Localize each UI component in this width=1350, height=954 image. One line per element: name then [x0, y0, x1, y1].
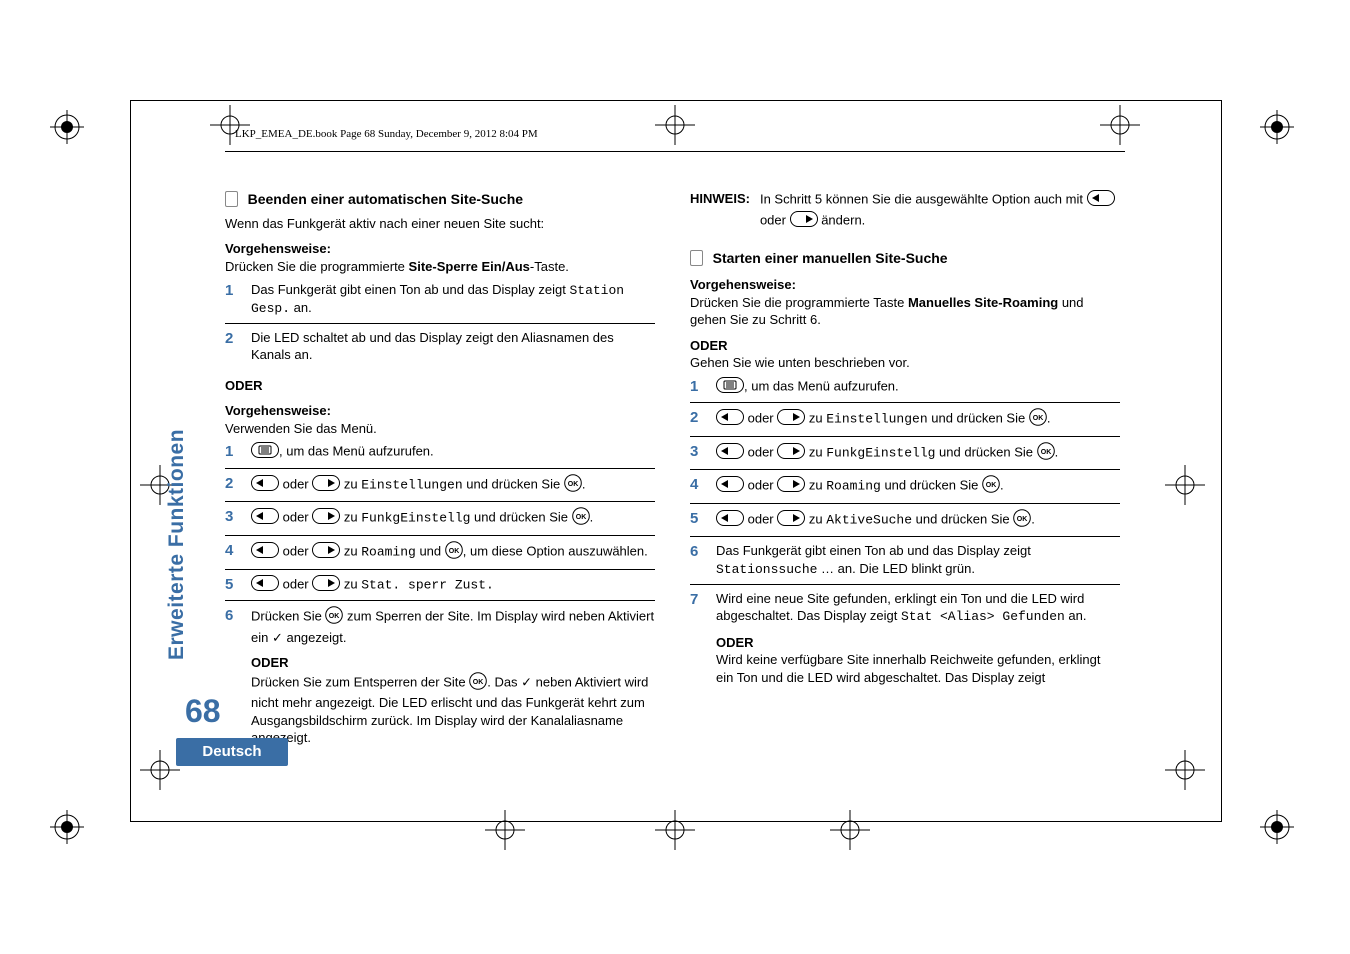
registration-mark-icon	[1260, 110, 1294, 144]
step-item: 7 Wird eine neue Site gefunden, erklingt…	[690, 590, 1120, 692]
right-arrow-button-icon	[777, 476, 805, 497]
ok-button-icon	[572, 507, 590, 530]
step-item: 6 Drücken Sie zum Sperren der Site. Im D…	[225, 606, 655, 752]
language-tab: Deutsch	[176, 738, 288, 766]
step-item: 1 , um das Menü aufzurufen.	[690, 377, 1120, 404]
left-arrow-button-icon	[251, 575, 279, 596]
registration-mark-icon	[1260, 810, 1294, 844]
right-column: HINWEIS: In Schritt 5 können Sie die aus…	[690, 190, 1120, 757]
sidebar-section-title: Erweiterte Funktionen	[165, 429, 189, 660]
procedure-text: Verwenden Sie das Menü.	[225, 420, 655, 438]
note-block: HINWEIS: In Schritt 5 können Sie die aus…	[690, 190, 1120, 231]
left-arrow-button-icon	[716, 510, 744, 531]
left-column: Beenden einer automatischen Site-Suche W…	[225, 190, 655, 757]
book-icon	[690, 250, 703, 266]
right-arrow-button-icon	[777, 409, 805, 430]
step-item: 3 oder zu FunkgEinstellg und drücken Sie…	[690, 442, 1120, 471]
step-list: 1 , um das Menü aufzurufen. 2 oder zu Ei…	[690, 377, 1120, 692]
right-arrow-button-icon	[312, 542, 340, 563]
header-rule	[225, 151, 1125, 152]
menu-button-icon	[251, 442, 279, 463]
registration-mark-icon	[50, 110, 84, 144]
ok-button-icon	[1013, 509, 1031, 532]
step-item: 2 oder zu Einstellungen und drücken Sie …	[225, 474, 655, 503]
ok-button-icon	[564, 474, 582, 497]
intro-text: Wenn das Funkgerät aktiv nach einer neue…	[225, 215, 655, 233]
procedure-label: Vorgehensweise:	[225, 240, 655, 258]
ok-button-icon	[1037, 442, 1055, 465]
left-arrow-button-icon	[716, 443, 744, 464]
right-arrow-button-icon	[790, 211, 818, 232]
ok-button-icon	[325, 606, 343, 629]
left-arrow-button-icon	[716, 409, 744, 430]
step-item: 4 oder zu Roaming und drücken Sie .	[690, 475, 1120, 504]
ok-button-icon	[469, 672, 487, 695]
step-list: 1 , um das Menü aufzurufen. 2 oder zu Ei…	[225, 442, 655, 752]
step-list: 1 Das Funkgerät gibt einen Ton ab und da…	[225, 281, 655, 369]
right-arrow-button-icon	[312, 508, 340, 529]
procedure-text: Drücken Sie die programmierte Site-Sperr…	[225, 258, 655, 276]
step-item: 2 oder zu Einstellungen und drücken Sie …	[690, 408, 1120, 437]
right-arrow-button-icon	[777, 510, 805, 531]
or-label: ODER	[690, 337, 1120, 355]
section-heading: Beenden einer automatischen Site-Suche	[225, 190, 655, 209]
left-arrow-button-icon	[716, 476, 744, 497]
page-number: 68	[185, 693, 221, 730]
running-header: LKP_EMEA_DE.book Page 68 Sunday, Decembe…	[235, 128, 538, 140]
left-arrow-button-icon	[251, 542, 279, 563]
step-item: 1 Das Funkgerät gibt einen Ton ab und da…	[225, 281, 655, 324]
left-arrow-button-icon	[251, 508, 279, 529]
registration-mark-icon	[50, 810, 84, 844]
procedure-text: Gehen Sie wie unten beschrieben vor.	[690, 354, 1120, 372]
book-icon	[225, 191, 238, 207]
procedure-label: Vorgehensweise:	[690, 276, 1120, 294]
menu-button-icon	[716, 377, 744, 398]
step-item: 5 oder zu Stat. sperr Zust.	[225, 575, 655, 602]
procedure-label: Vorgehensweise:	[225, 402, 655, 420]
step-item: 6 Das Funkgerät gibt einen Ton ab und da…	[690, 542, 1120, 584]
step-item: 3 oder zu FunkgEinstellg und drücken Sie…	[225, 507, 655, 536]
left-arrow-button-icon	[1087, 190, 1115, 211]
procedure-text: Drücken Sie die programmierte Taste Manu…	[690, 294, 1120, 329]
or-label: ODER	[225, 377, 655, 395]
content-area: Beenden einer automatischen Site-Suche W…	[225, 190, 1130, 757]
right-arrow-button-icon	[312, 575, 340, 596]
left-arrow-button-icon	[251, 475, 279, 496]
step-item: 1 , um das Menü aufzurufen.	[225, 442, 655, 469]
ok-button-icon	[445, 541, 463, 564]
right-arrow-button-icon	[312, 475, 340, 496]
ok-button-icon	[1029, 408, 1047, 431]
step-item: 2 Die LED schaltet ab und das Display ze…	[225, 329, 655, 369]
ok-button-icon	[982, 475, 1000, 498]
step-item: 4 oder zu Roaming und , um diese Option …	[225, 541, 655, 570]
step-item: 5 oder zu AktiveSuche und drücken Sie .	[690, 509, 1120, 538]
right-arrow-button-icon	[777, 443, 805, 464]
section-heading: Starten einer manuellen Site-Suche	[690, 249, 1120, 268]
